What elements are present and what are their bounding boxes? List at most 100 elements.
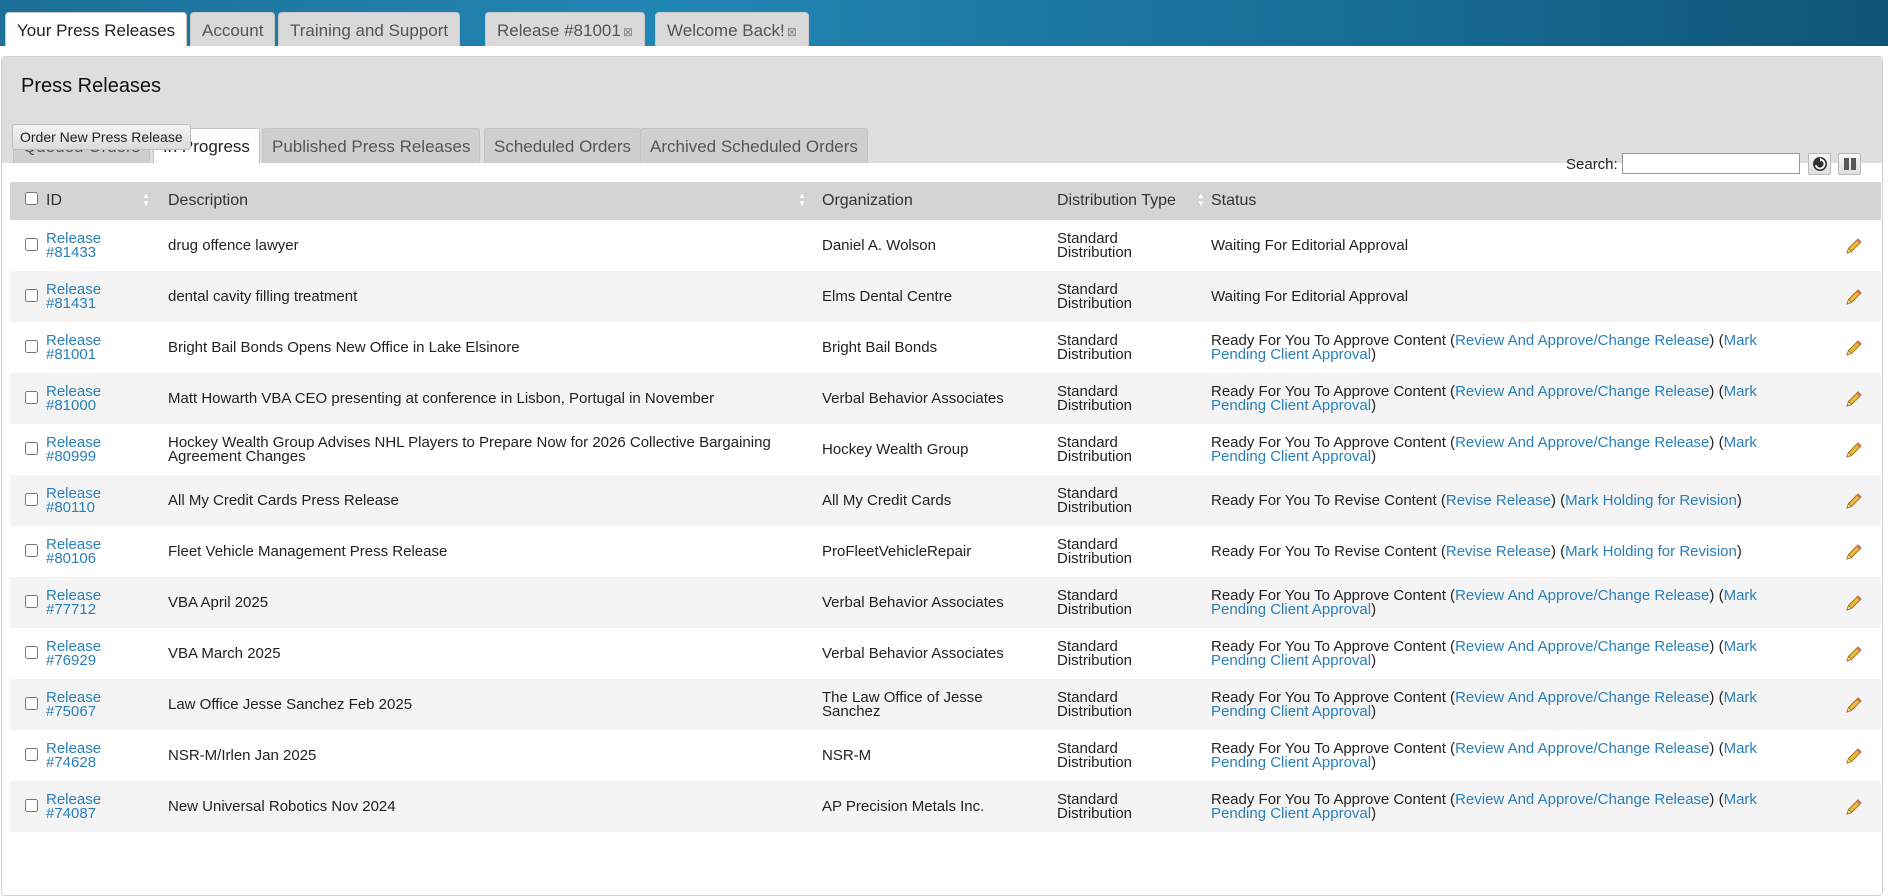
row-checkbox[interactable] bbox=[24, 237, 38, 251]
distribution-type-cell: Standard Distribution bbox=[1057, 475, 1211, 526]
release-id-link[interactable]: Release #81433 bbox=[46, 230, 101, 261]
column-header-description[interactable]: Description ▲ ▼ bbox=[168, 182, 822, 220]
review-approve-link[interactable]: Review And Approve/Change Release bbox=[1455, 791, 1709, 808]
organization-cell: All My Credit Cards bbox=[822, 475, 1057, 526]
punctuation: ) ( bbox=[1709, 790, 1724, 808]
organization-cell: The Law Office of Jesse Sanchez bbox=[822, 679, 1057, 730]
release-id-link[interactable]: Release #80106 bbox=[46, 536, 101, 567]
row-checkbox[interactable] bbox=[24, 645, 38, 659]
status-cell: Ready For You To Approve Content (Review… bbox=[1211, 322, 1841, 373]
organization-cell: AP Precision Metals Inc. bbox=[822, 781, 1057, 832]
description-cell: Hockey Wealth Group Advises NHL Players … bbox=[168, 424, 822, 475]
select-all-checkbox[interactable] bbox=[24, 192, 38, 205]
top-tab-3[interactable]: Release #81001 ⊠ bbox=[485, 12, 645, 46]
release-id-cell: Release #75067 bbox=[46, 679, 168, 730]
distribution-type-line2: Distribution bbox=[1057, 702, 1133, 720]
distribution-type-cell: Standard Distribution bbox=[1057, 424, 1211, 475]
row-checkbox[interactable] bbox=[24, 747, 38, 761]
release-id-link[interactable]: Release #74628 bbox=[46, 740, 101, 771]
review-approve-link[interactable]: Review And Approve/Change Release bbox=[1455, 332, 1709, 349]
release-id-cell: Release #81431 bbox=[46, 271, 168, 322]
table-row: Release #81001 Bright Bail Bonds Opens New… bbox=[10, 322, 1881, 373]
mark-holding-for-revision-link[interactable]: Mark Holding for Revision bbox=[1565, 543, 1737, 560]
close-tab-icon[interactable]: ⊠ bbox=[787, 25, 797, 39]
release-description: New Universal Robotics Nov 2024 bbox=[168, 797, 396, 815]
row-checkbox[interactable] bbox=[24, 696, 38, 710]
row-checkbox[interactable] bbox=[24, 339, 38, 353]
organization-name: All My Credit Cards bbox=[822, 491, 952, 509]
column-header-id[interactable]: ID ▲ ▼ bbox=[46, 182, 168, 220]
top-tab-4[interactable]: Welcome Back! ⊠ bbox=[655, 12, 809, 46]
punctuation: ( bbox=[1445, 637, 1456, 655]
column-label-organization: Organization bbox=[822, 192, 913, 209]
review-approve-link[interactable]: Review And Approve/Change Release bbox=[1455, 638, 1709, 655]
pencil-icon[interactable] bbox=[1844, 389, 1864, 409]
release-id-link[interactable]: Release #77712 bbox=[46, 587, 101, 618]
sort-arrows-icon: ▲ ▼ bbox=[1197, 191, 1205, 208]
distribution-type-line2: Distribution bbox=[1057, 243, 1133, 261]
release-id-link[interactable]: Release #81000 bbox=[46, 383, 101, 414]
column-header-distribution-type[interactable]: Distribution Type ▲ ▼ bbox=[1057, 182, 1211, 220]
row-select-cell bbox=[10, 679, 46, 730]
column-header-status[interactable]: Status bbox=[1211, 182, 1841, 220]
pencil-icon[interactable] bbox=[1844, 542, 1864, 562]
status-cell: Ready For You To Approve Content (Review… bbox=[1211, 679, 1841, 730]
pencil-icon[interactable] bbox=[1844, 593, 1864, 613]
top-tab-0[interactable]: Your Press Releases bbox=[5, 12, 188, 47]
review-approve-link[interactable]: Review And Approve/Change Release bbox=[1455, 740, 1709, 757]
status-cell: Ready For You To Approve Content (Review… bbox=[1211, 577, 1841, 628]
release-id-link[interactable]: Release #74087 bbox=[46, 791, 101, 822]
pencil-icon[interactable] bbox=[1844, 491, 1864, 511]
pencil-icon[interactable] bbox=[1844, 440, 1864, 460]
row-checkbox[interactable] bbox=[24, 594, 38, 608]
tab-published-press-releases[interactable]: Published Press Releases bbox=[262, 128, 481, 163]
release-id-link[interactable]: Release #81001 bbox=[46, 332, 101, 363]
top-tab-1[interactable]: Account bbox=[190, 12, 276, 46]
pencil-icon[interactable] bbox=[1844, 644, 1864, 664]
row-checkbox[interactable] bbox=[24, 441, 38, 455]
top-tab-2[interactable]: Training and Support bbox=[278, 12, 461, 46]
row-checkbox[interactable] bbox=[24, 798, 38, 812]
release-id-link[interactable]: Release #75067 bbox=[46, 689, 101, 720]
pencil-icon[interactable] bbox=[1844, 338, 1864, 358]
pencil-icon[interactable] bbox=[1844, 287, 1864, 307]
panel-header: Press Releases Queued OrdersIn ProgressP… bbox=[2, 57, 1882, 164]
columns-button[interactable] bbox=[1838, 153, 1861, 175]
release-id-link[interactable]: Release #81431 bbox=[46, 281, 101, 312]
row-checkbox[interactable] bbox=[24, 288, 38, 302]
revise-release-link[interactable]: Revise Release bbox=[1446, 543, 1551, 560]
review-approve-link[interactable]: Review And Approve/Change Release bbox=[1455, 434, 1709, 451]
status-cell: Ready For You To Revise Content (Revise … bbox=[1211, 526, 1841, 577]
mark-holding-for-revision-link[interactable]: Mark Holding for Revision bbox=[1565, 492, 1737, 509]
row-checkbox[interactable] bbox=[24, 543, 38, 557]
sort-arrows-icon: ▲ ▼ bbox=[142, 191, 150, 208]
release-id-link[interactable]: Release #80110 bbox=[46, 485, 101, 516]
pencil-icon[interactable] bbox=[1844, 746, 1864, 766]
release-description: Hockey Wealth Group Advises NHL Players … bbox=[168, 433, 771, 465]
description-cell: New Universal Robotics Nov 2024 bbox=[168, 781, 822, 832]
punctuation: ( bbox=[1445, 586, 1456, 604]
review-approve-link[interactable]: Review And Approve/Change Release bbox=[1455, 383, 1709, 400]
row-checkbox[interactable] bbox=[24, 390, 38, 404]
organization-name: Hockey Wealth Group bbox=[822, 440, 969, 458]
revise-release-link[interactable]: Revise Release bbox=[1446, 492, 1551, 509]
pencil-icon[interactable] bbox=[1844, 695, 1864, 715]
tab-archived-scheduled-orders[interactable]: Archived Scheduled Orders bbox=[640, 128, 868, 163]
table-row: Release #80106 Fleet Vehicle Management Pr… bbox=[10, 526, 1881, 577]
organization-name: Verbal Behavior Associates bbox=[822, 389, 1004, 407]
release-id-link[interactable]: Release #76929 bbox=[46, 638, 101, 669]
column-header-organization[interactable]: Organization bbox=[822, 182, 1057, 220]
tab-scheduled-orders[interactable]: Scheduled Orders bbox=[484, 128, 642, 163]
review-approve-link[interactable]: Review And Approve/Change Release bbox=[1455, 689, 1709, 706]
search-input[interactable] bbox=[1622, 153, 1800, 174]
pencil-icon[interactable] bbox=[1844, 236, 1864, 256]
order-new-press-release-button[interactable]: Order New Press Release bbox=[12, 124, 191, 150]
punctuation: ) bbox=[1371, 396, 1377, 414]
release-description: NSR-M/Irlen Jan 2025 bbox=[168, 746, 317, 764]
row-checkbox[interactable] bbox=[24, 492, 38, 506]
refresh-button[interactable] bbox=[1808, 153, 1831, 175]
close-tab-icon[interactable]: ⊠ bbox=[623, 25, 633, 39]
review-approve-link[interactable]: Review And Approve/Change Release bbox=[1455, 587, 1709, 604]
pencil-icon[interactable] bbox=[1844, 797, 1864, 817]
release-id-link[interactable]: Release #80999 bbox=[46, 434, 101, 465]
